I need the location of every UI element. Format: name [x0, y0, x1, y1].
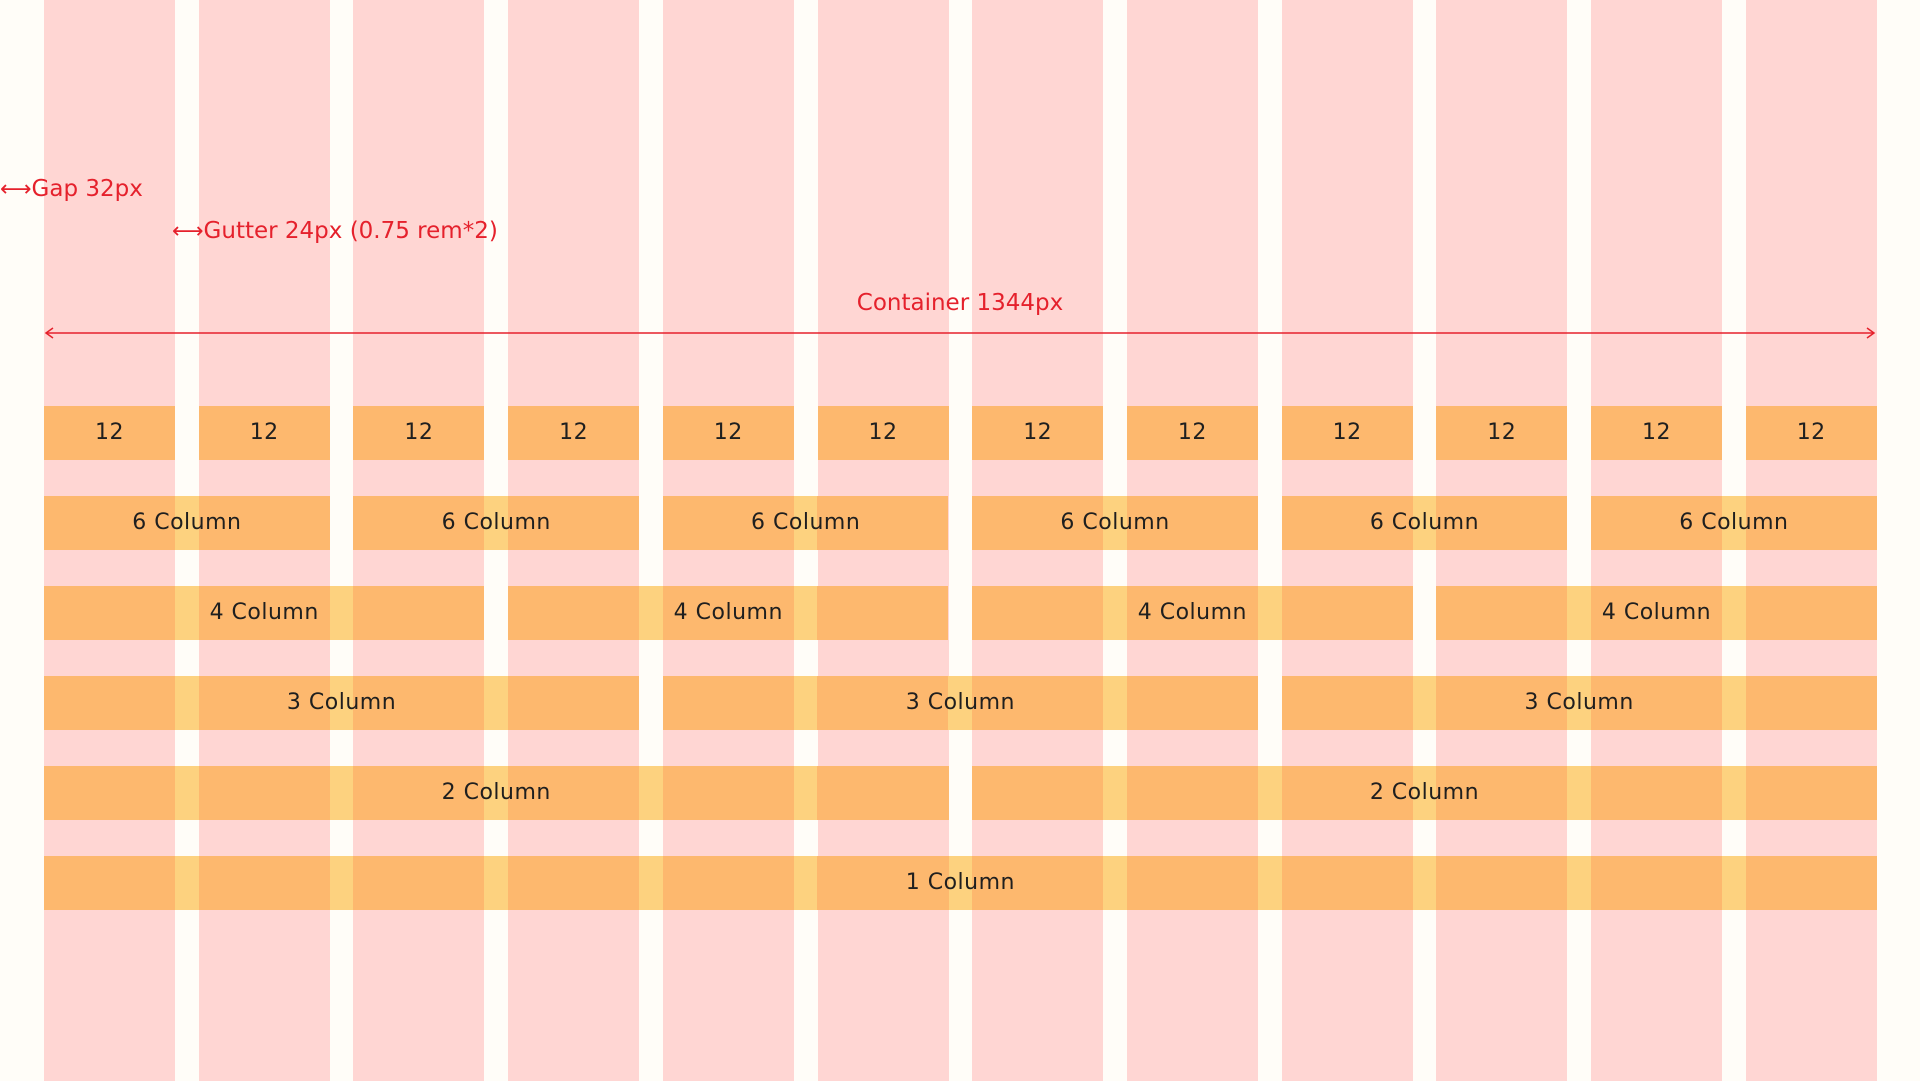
bar-label: 12: [1177, 420, 1207, 445]
container-width-arrow-icon: [44, 327, 1876, 339]
gutter-label: Gutter 24px (0.75 rem*2): [203, 218, 498, 244]
bar-label: 12: [1796, 420, 1826, 445]
bar-span-6-item: 2 Column: [44, 766, 949, 820]
bar-span-2-item: 6 Column: [662, 496, 949, 550]
gutter-annotation: ⟷Gutter 24px (0.75 rem*2): [172, 216, 498, 247]
bar-label: 12: [559, 420, 589, 445]
bar-label: 3 Column: [1524, 690, 1634, 715]
bar-span-1-item: 12: [1126, 406, 1258, 460]
bar-span-1-item: 12: [508, 406, 640, 460]
bar-label: 12: [868, 420, 898, 445]
bar-span-4-item: 3 Column: [1281, 676, 1877, 730]
bar-span-4-item: 3 Column: [662, 676, 1258, 730]
bar-span-2-item: 6 Column: [1591, 496, 1877, 550]
container-label: Container 1344px: [856, 290, 1064, 316]
bar-span-3-item: 4 Column: [44, 586, 485, 640]
bar-label: 6 Column: [751, 510, 861, 535]
bar-span-2-item: 6 Column: [972, 496, 1258, 550]
gap-label: Gap 32px: [31, 176, 143, 202]
bar-span-1-item: 12: [662, 406, 794, 460]
bar-label: 12: [1332, 420, 1362, 445]
bar-label: 12: [249, 420, 279, 445]
bar-label: 12: [1487, 420, 1517, 445]
bar-label: 2 Column: [1369, 780, 1480, 805]
grid-diagram: 12 12 12 12 12 12 12 12 12 12 12 12 6 Column 6 Column…: [0, 0, 1920, 1081]
bar-label: 4 Column: [1137, 600, 1247, 625]
bar-label: 4 Column: [1601, 600, 1712, 625]
bar-span-1-item: 12: [1436, 406, 1568, 460]
bar-span-1-item: 12: [198, 406, 330, 460]
bar-span-12-item: 1 Column: [44, 856, 1877, 910]
bar-label: 3 Column: [905, 690, 1015, 715]
bar-span-3-item: 4 Column: [1436, 586, 1877, 640]
bar-span-2-item: 6 Column: [44, 496, 330, 550]
bar-label: 12: [713, 420, 743, 445]
gutter-arrow-icon: ⟷: [172, 219, 204, 244]
gap-annotation: ⟷Gap 32px: [0, 174, 143, 205]
bar-span-1-item: 12: [1591, 406, 1722, 460]
bar-label: 12: [95, 420, 124, 445]
bar-label: 12: [404, 420, 434, 445]
gap-arrow-icon: ⟷: [0, 177, 32, 202]
bar-label: 6 Column: [1060, 510, 1170, 535]
container-annotation: Container 1344px: [760, 288, 1160, 318]
bar-span-1-item: 12: [353, 406, 485, 460]
bar-span-3-item: 4 Column: [508, 586, 949, 640]
bar-label: 4 Column: [209, 600, 319, 625]
bar-label: 6 Column: [441, 510, 551, 535]
bar-span-4-item: 3 Column: [44, 676, 640, 730]
bar-span-1-item: 12: [1281, 406, 1413, 460]
bar-span-2-item: 6 Column: [353, 496, 640, 550]
bar-label: 2 Column: [441, 780, 551, 805]
bar-span-1-item: 12: [817, 406, 949, 460]
bar-span-1-item: 12: [1745, 406, 1877, 460]
bar-span-3-item: 4 Column: [972, 586, 1413, 640]
bar-span-6-item: 2 Column: [972, 766, 1877, 820]
bar-label: 4 Column: [673, 600, 783, 625]
bar-span-1-item: 12: [972, 406, 1104, 460]
bar-span-1-item: 12: [44, 406, 175, 460]
bar-label: 12: [1642, 420, 1671, 445]
bar-label: 3 Column: [286, 690, 397, 715]
bar-label: 6 Column: [1369, 510, 1480, 535]
bar-label: 1 Column: [905, 870, 1015, 895]
bar-label: 6 Column: [132, 510, 242, 535]
bar-label: 12: [1023, 420, 1053, 445]
bar-label: 6 Column: [1679, 510, 1789, 535]
bar-span-2-item: 6 Column: [1281, 496, 1568, 550]
